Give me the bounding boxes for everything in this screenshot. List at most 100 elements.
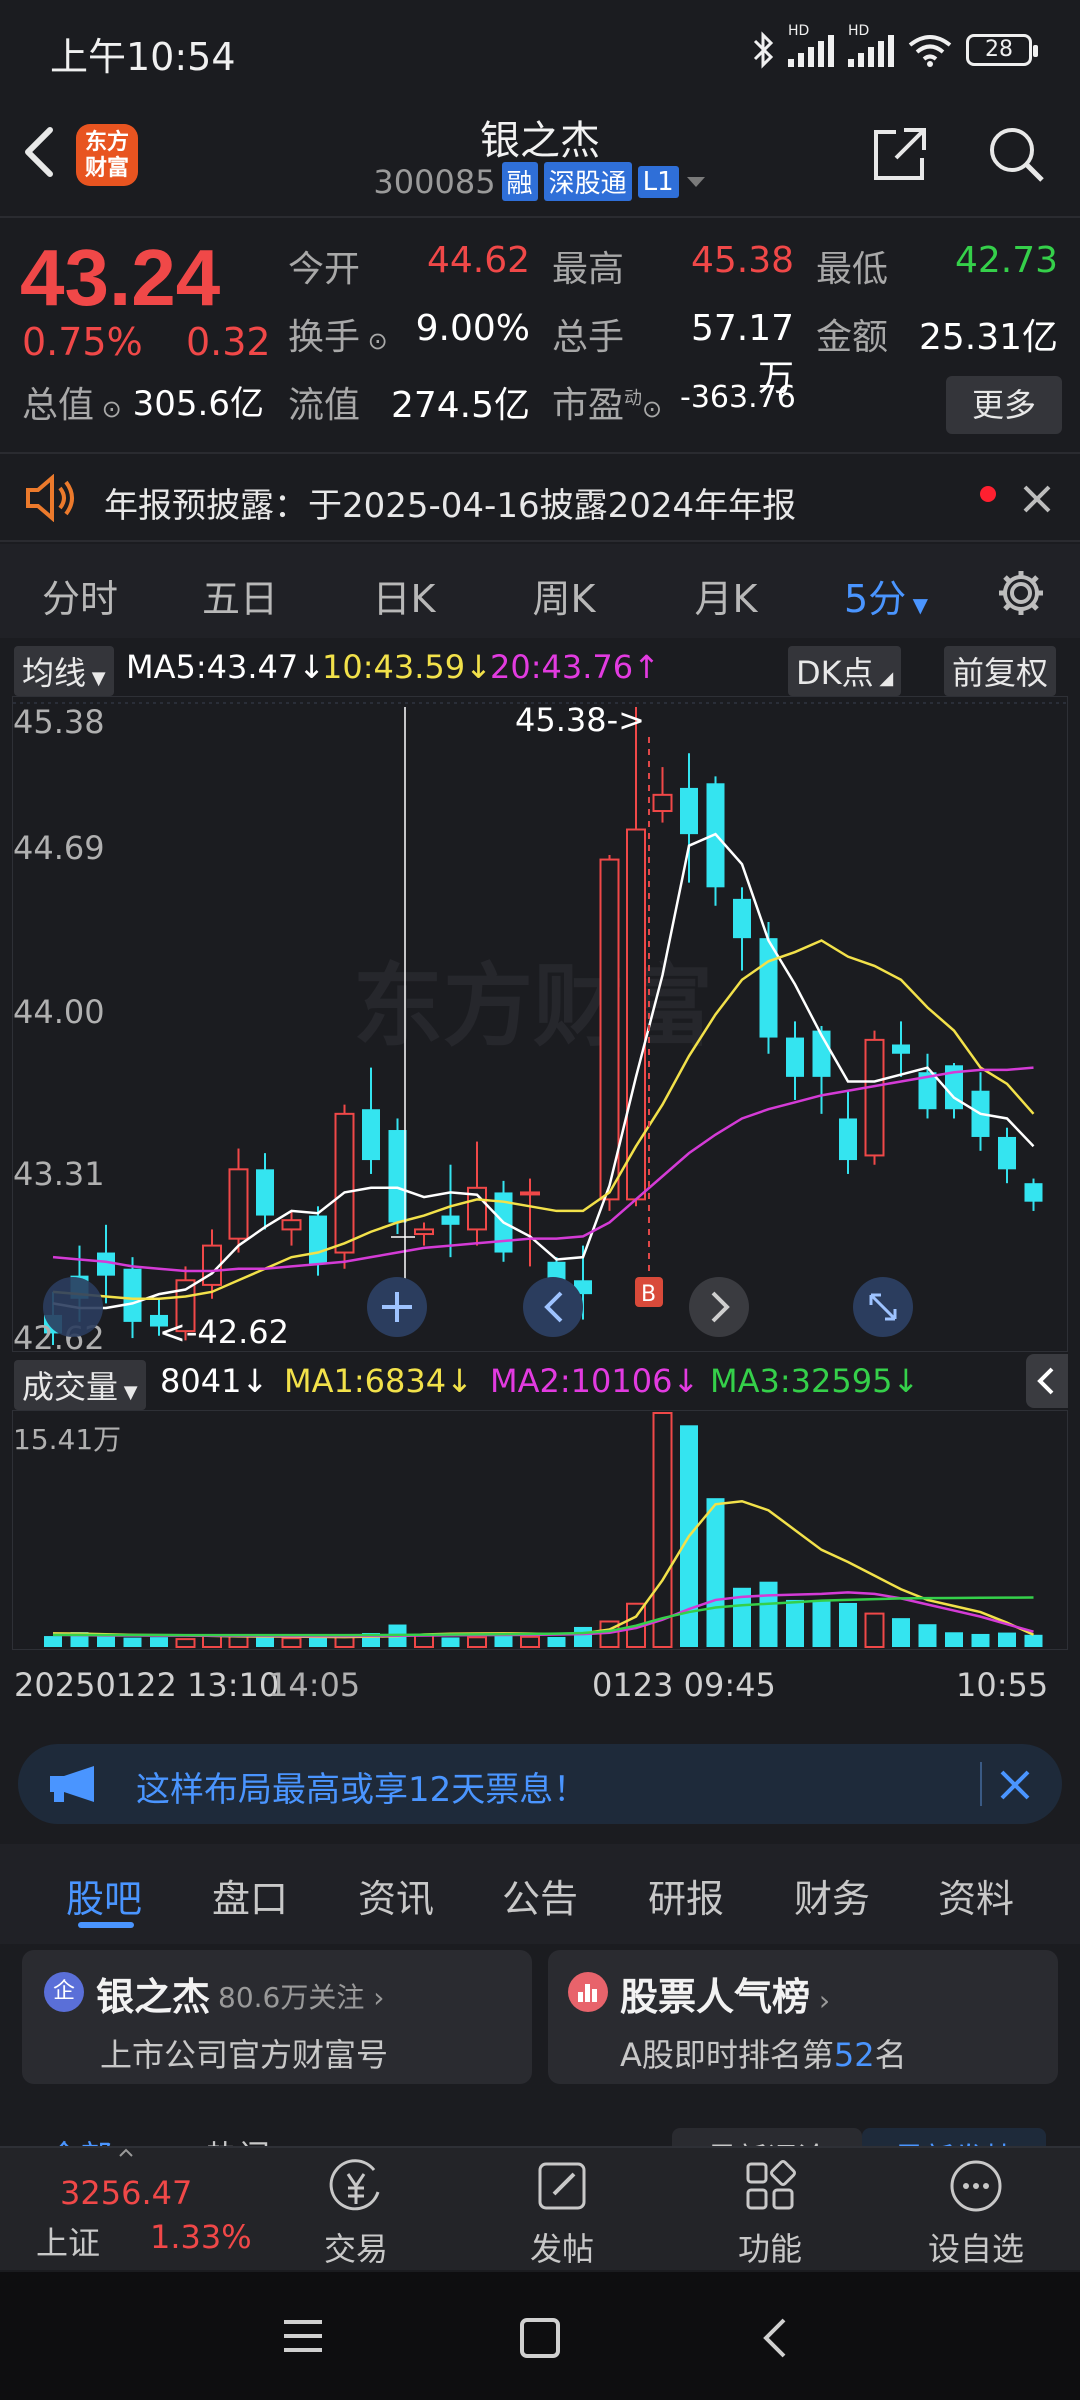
period-tabs: 分时 五日 日K 周K 月K 5分 ▼	[0, 544, 1080, 638]
candle-body	[334, 1112, 355, 1254]
amount-value: 25.31亿	[918, 317, 1058, 358]
back-icon[interactable]	[756, 2314, 796, 2362]
stock-header: 东方财富 银之杰 300085 融 深股通 L1	[0, 100, 1080, 218]
system-navigation	[0, 2272, 1080, 2400]
last-price: 43.24	[20, 233, 221, 322]
time-label-4: 10:55	[956, 1666, 1049, 1704]
more-button[interactable]: 更多	[946, 376, 1062, 434]
volume-bars	[44, 1412, 1043, 1649]
candle-body	[441, 1215, 460, 1225]
index-name[interactable]: 上证	[36, 2218, 100, 2264]
volume-bar	[839, 1602, 857, 1647]
wifi-icon	[908, 35, 952, 67]
y-label-3: 44.00	[13, 993, 105, 1031]
candle-body	[256, 1169, 274, 1216]
nav-functions-label: 功能	[737, 2230, 802, 2268]
status-bar: 上午10:54 HD HD 28	[0, 0, 1080, 100]
high-label: 最高	[552, 249, 625, 290]
adjust-button[interactable]: 前复权	[944, 646, 1057, 696]
change-percent: 0.75%	[22, 320, 143, 364]
candle-body	[786, 1037, 804, 1077]
zoom-out-button	[43, 1277, 103, 1337]
search-icon	[990, 128, 1044, 182]
tab-daily-k[interactable]: 日K	[334, 568, 474, 623]
share-icon	[874, 128, 926, 180]
chevron-left-icon	[1037, 1367, 1054, 1395]
tab-announcements[interactable]: 公告	[470, 1868, 610, 1923]
turnover-label: 换手 ⊙	[288, 317, 388, 358]
volume-y-label: 15.41万	[13, 1423, 121, 1456]
nav-post-label: 发帖	[529, 2230, 594, 2268]
dk-point-button[interactable]: DK点 ◢	[788, 646, 902, 696]
volume-chart[interactable]: 15.41万	[12, 1410, 1068, 1650]
tab-profile[interactable]: 资料	[906, 1868, 1046, 1923]
nav-post[interactable]: 发帖	[492, 2156, 632, 2270]
close-icon[interactable]	[998, 1768, 1032, 1802]
vol-ma2-value: MA2:10106↓	[490, 1362, 700, 1400]
vol-ma1-line	[52, 1499, 1035, 1639]
index-change[interactable]: 1.33%	[150, 2218, 252, 2256]
volume-bar	[812, 1601, 831, 1647]
signal-2-icon: HD	[848, 23, 894, 67]
high-value: 45.38	[690, 240, 794, 281]
time-label-3: 0123 09:45	[592, 1666, 776, 1704]
kline-chart[interactable]: 东方财富 45.38 44.69 44.00 43.31 42.62 45.38…	[12, 696, 1069, 1357]
nav-functions[interactable]: 功能	[700, 2156, 840, 2270]
volume-bar	[918, 1624, 937, 1647]
volume-bar	[759, 1581, 778, 1647]
volume-bar	[309, 1637, 327, 1647]
tab-weekly-k[interactable]: 周K	[494, 568, 634, 623]
menu-icon[interactable]	[280, 2316, 326, 2356]
tab-forum[interactable]: 股吧	[34, 1868, 174, 1923]
tab-research[interactable]: 研报	[616, 1868, 756, 1923]
unread-dot	[980, 486, 996, 502]
candle-body	[892, 1044, 910, 1054]
close-icon[interactable]	[1022, 484, 1052, 514]
watermark: 东方财富	[353, 954, 713, 1059]
candle-body	[520, 1191, 540, 1196]
rank-title: 股票人气榜 ›	[620, 1975, 831, 2019]
nav-add-watchlist[interactable]: 设自选	[906, 2156, 1046, 2270]
home-icon[interactable]	[518, 2316, 562, 2360]
share-button[interactable]	[868, 122, 932, 186]
ma5-line	[52, 832, 1035, 1310]
ma10-value: 10:43.59↓	[322, 648, 492, 686]
search-button[interactable]	[984, 122, 1048, 186]
tab-order-book[interactable]: 盘口	[180, 1868, 320, 1923]
popularity-card[interactable]: 股票人气榜 › A股即时排名第52名	[548, 1950, 1058, 2084]
volume-bar	[175, 1638, 196, 1649]
ma-selector[interactable]: 均线 ▼	[14, 646, 114, 696]
promo-banner[interactable]: 这样布局最高或享12天票息！	[18, 1744, 1062, 1824]
volume-bar	[256, 1636, 274, 1647]
float-cap-value: 274.5亿	[390, 385, 530, 426]
tab-five-day[interactable]: 五日	[170, 568, 310, 623]
expand-up-icon[interactable]	[118, 2148, 134, 2158]
tab-5min[interactable]: 5分 ▼	[816, 568, 956, 623]
speaker-icon	[26, 474, 74, 522]
tab-intraday[interactable]: 分时	[10, 568, 150, 623]
float-cap-label: 流值	[288, 385, 361, 426]
nav-trade[interactable]: 交易	[286, 2156, 426, 2270]
scroll-left-button	[523, 1277, 583, 1337]
forum-sub-tabs: 全部 热门 最新评论 最新发帖	[0, 2110, 1080, 2150]
time-axis: 20250122 13:10 14:05 0123 09:45 10:55	[12, 1654, 1068, 1724]
gear-icon[interactable]	[996, 568, 1046, 618]
high-marker: 45.38->	[515, 701, 645, 739]
index-value[interactable]: 3256.47	[60, 2174, 192, 2212]
tab-monthly-k[interactable]: 月K	[656, 568, 796, 623]
connect-tag: 深股通	[543, 162, 632, 201]
volume-selector[interactable]: 成交量 ▼	[14, 1360, 146, 1410]
company-card[interactable]: 企 银之杰 80.6万关注 › 上市公司官方财富号	[22, 1950, 532, 2084]
edit-icon	[538, 2162, 586, 2210]
announcement-bar[interactable]: 年报预披露：于2025-04-16披露2024年年报	[0, 452, 1080, 542]
volume-bar	[706, 1498, 725, 1647]
volume-plot: 15.41万	[13, 1412, 1043, 1649]
tab-news[interactable]: 资讯	[326, 1868, 466, 1923]
tab-financials[interactable]: 财务	[762, 1868, 902, 1923]
collapse-button[interactable]	[1026, 1354, 1068, 1408]
volume-bar	[44, 1636, 62, 1647]
volume-bar	[574, 1626, 592, 1647]
ma20-value: 20:43.76↑	[490, 648, 660, 686]
signal-1-icon: HD	[788, 23, 834, 67]
status-icons: HD HD 28	[752, 23, 1038, 72]
